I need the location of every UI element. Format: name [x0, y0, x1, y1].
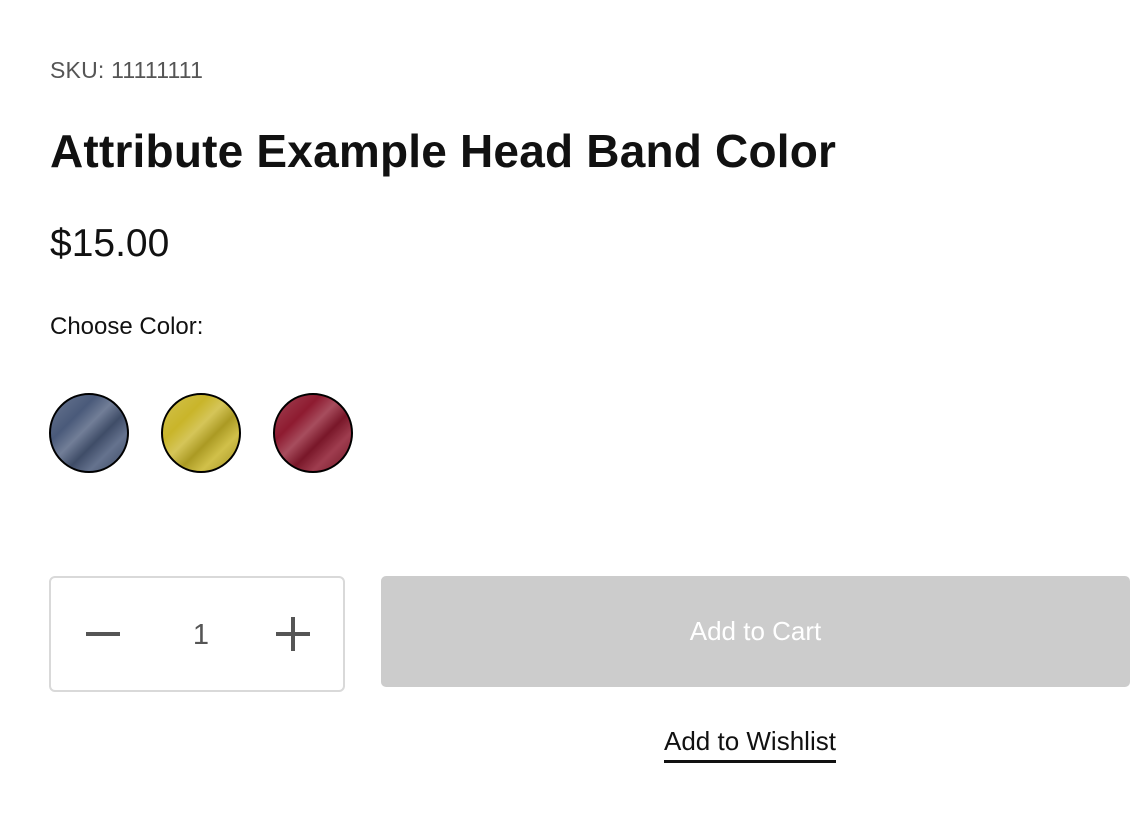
- add-to-cart-button[interactable]: Add to Cart: [381, 576, 1130, 687]
- product-price: $15.00: [50, 222, 170, 265]
- minus-icon: [86, 632, 120, 636]
- fabric-texture: [275, 395, 351, 471]
- fabric-texture: [163, 395, 239, 471]
- product-sku: SKU: 11111111: [50, 57, 204, 83]
- color-swatch-blue[interactable]: [49, 393, 129, 473]
- quantity-stepper: [49, 576, 345, 692]
- plus-icon: [276, 617, 310, 651]
- color-swatch-red[interactable]: [273, 393, 353, 473]
- color-swatch-yellow[interactable]: [161, 393, 241, 473]
- color-swatch-group: [49, 393, 353, 473]
- product-title: Attribute Example Head Band Color: [50, 125, 837, 177]
- quantity-increment-button[interactable]: [253, 578, 333, 690]
- color-option-label: Choose Color:: [50, 313, 204, 340]
- quantity-input[interactable]: [151, 578, 251, 692]
- fabric-texture: [51, 395, 127, 471]
- quantity-decrement-button[interactable]: [63, 578, 143, 690]
- add-to-wishlist-link[interactable]: Add to Wishlist: [664, 726, 836, 763]
